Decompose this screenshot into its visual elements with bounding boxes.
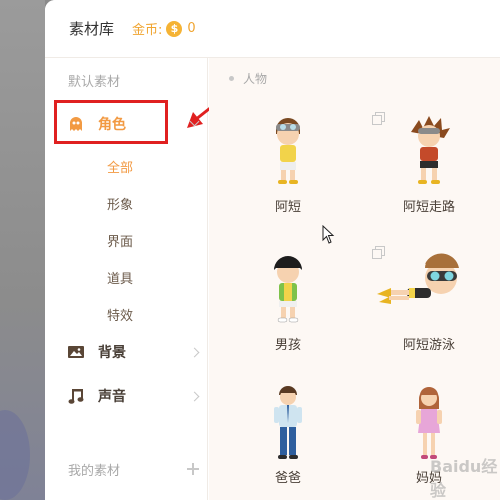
content-panel: 人物 阿短 阿短走路 男孩 阿短游泳 爸爸 妈妈	[209, 58, 500, 500]
chevron-right-icon[interactable]	[189, 347, 200, 357]
material-library-window: 素材库 金币: $ 0 默认素材 角色 全部 形象 界面 道具 特效 背景 声音…	[45, 0, 500, 500]
default-materials-label: 默认素材	[68, 75, 121, 90]
sidebar-item-role[interactable]: 角色	[45, 106, 208, 142]
bullet-dot-icon	[229, 76, 234, 81]
character-mom-image	[416, 387, 442, 459]
material-item-boy[interactable]: 男孩	[218, 248, 358, 358]
ghost-icon	[70, 117, 82, 131]
mouse-cursor-icon	[322, 225, 335, 244]
music-note-icon	[68, 389, 84, 404]
character-boy-image	[274, 256, 302, 323]
material-item-name: 阿短	[274, 200, 301, 215]
sidebar-item-label: 角色	[98, 117, 126, 133]
subitem-props[interactable]: 道具	[107, 268, 133, 287]
group-title-label: 人物	[243, 72, 268, 86]
coin-label: 金币:	[132, 23, 163, 38]
material-item-name: 男孩	[274, 338, 301, 353]
material-item-dad[interactable]: 爸爸	[218, 383, 358, 493]
coin-count: 0	[187, 21, 196, 36]
sidebar-item-label: 声音	[98, 389, 126, 405]
background-desktop	[0, 0, 45, 500]
character-dad-image	[274, 386, 302, 459]
coin-icon: $	[166, 20, 183, 37]
header-bar: 素材库 金币: $ 0	[45, 0, 500, 58]
character-ading-image	[276, 118, 300, 184]
sidebar-item-sound[interactable]: 声音	[45, 378, 208, 414]
subitem-all[interactable]: 全部	[107, 157, 133, 176]
subitem-effects[interactable]: 特效	[107, 305, 133, 324]
material-item-name: 爸爸	[274, 471, 301, 486]
sidebar-item-label: 背景	[98, 345, 126, 361]
sidebar: 默认素材 角色 全部 形象 界面 道具 特效 背景 声音 我的素材	[45, 58, 234, 500]
material-item-name: 阿短游泳	[402, 338, 455, 353]
add-material-icon[interactable]	[187, 463, 199, 475]
character-ading-swimming-image	[377, 253, 459, 304]
image-icon	[68, 346, 84, 358]
chevron-down-icon[interactable]	[189, 116, 200, 127]
my-materials-label: 我的素材	[68, 464, 121, 479]
watermark: Baidu经验	[430, 457, 498, 500]
subitem-interface[interactable]: 界面	[107, 231, 133, 250]
character-ading-walking-image	[411, 116, 450, 184]
material-item-name: 阿短走路	[402, 200, 455, 215]
subitem-image[interactable]: 形象	[107, 194, 133, 213]
material-item-ading-swimming[interactable]: 阿短游泳	[359, 248, 499, 358]
app-title: 素材库	[69, 20, 115, 38]
chevron-right-icon[interactable]	[189, 391, 200, 401]
sidebar-item-background[interactable]: 背景	[45, 334, 208, 370]
material-item-ading[interactable]: 阿短	[218, 110, 358, 220]
group-title: 人物	[229, 70, 267, 87]
material-item-ading-walking[interactable]: 阿短走路	[359, 110, 499, 220]
